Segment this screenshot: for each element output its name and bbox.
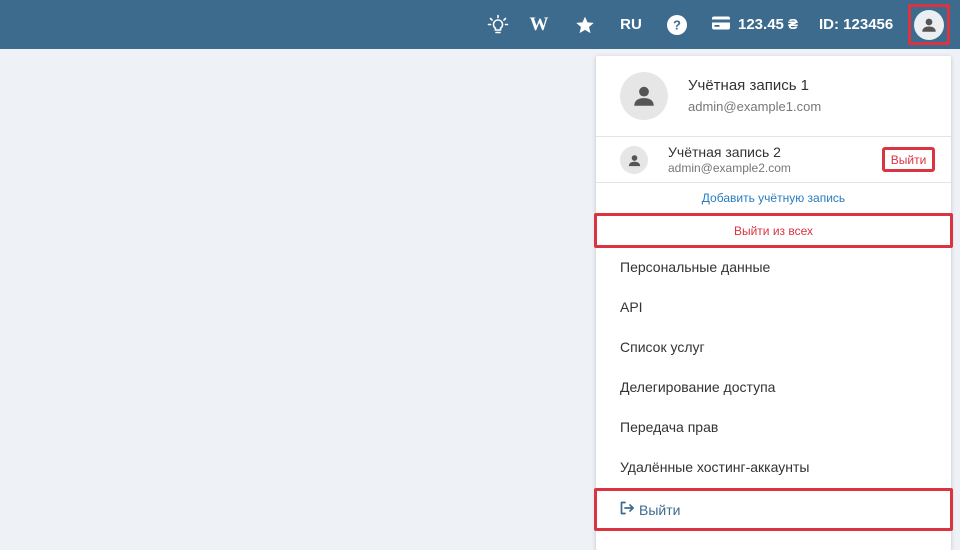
top-bar: W RU ? 123.45 ₴ ID: 123456 <box>0 0 960 49</box>
other-account[interactable]: Учётная запись 2 admin@example2.com Выйт… <box>596 137 951 183</box>
credit-card-icon <box>711 15 731 35</box>
client-id: ID: 123456 <box>819 16 894 33</box>
help-icon[interactable]: ? <box>664 0 690 49</box>
user-menu-button[interactable] <box>908 4 950 45</box>
account-email: admin@example2.com <box>668 161 791 175</box>
account-name: Учётная запись 2 <box>668 144 781 160</box>
account-dropdown-menu: Учётная запись 1 admin@example1.com Учёт… <box>594 56 953 550</box>
current-account[interactable]: Учётная запись 1 admin@example1.com <box>596 56 951 137</box>
account-name: Учётная запись 1 <box>688 77 810 94</box>
menu-item-deleted-hosting[interactable]: Удалённые хостинг-аккаунты <box>596 447 951 487</box>
logout-label: Выйти <box>639 501 681 518</box>
menu-item-transfer-rights[interactable]: Передача прав <box>596 407 951 447</box>
wiki-icon[interactable]: W <box>526 0 552 49</box>
add-account-link[interactable]: Добавить учётную запись <box>596 183 951 212</box>
menu-item-api[interactable]: API <box>596 287 951 327</box>
avatar <box>620 146 648 174</box>
language-switch[interactable]: RU <box>617 0 645 49</box>
menu-item-personal-data[interactable]: Персональные данные <box>596 247 951 287</box>
menu-item-delegation[interactable]: Делегирование доступа <box>596 367 951 407</box>
balance-amount: 123.45 ₴ <box>738 16 799 33</box>
user-icon <box>914 9 944 40</box>
balance[interactable]: 123.45 ₴ <box>711 0 801 49</box>
svg-text:?: ? <box>673 17 681 32</box>
lightbulb-icon[interactable] <box>485 0 511 49</box>
menu-item-services[interactable]: Список услуг <box>596 327 951 367</box>
logout-all-button[interactable]: Выйти из всех <box>594 213 953 248</box>
account-logout-button[interactable]: Выйти <box>882 147 935 172</box>
avatar <box>620 72 668 120</box>
sign-out-icon <box>619 501 635 518</box>
account-email: admin@example1.com <box>688 99 822 114</box>
logout-button[interactable]: Выйти <box>594 488 953 531</box>
star-icon[interactable] <box>572 0 598 49</box>
